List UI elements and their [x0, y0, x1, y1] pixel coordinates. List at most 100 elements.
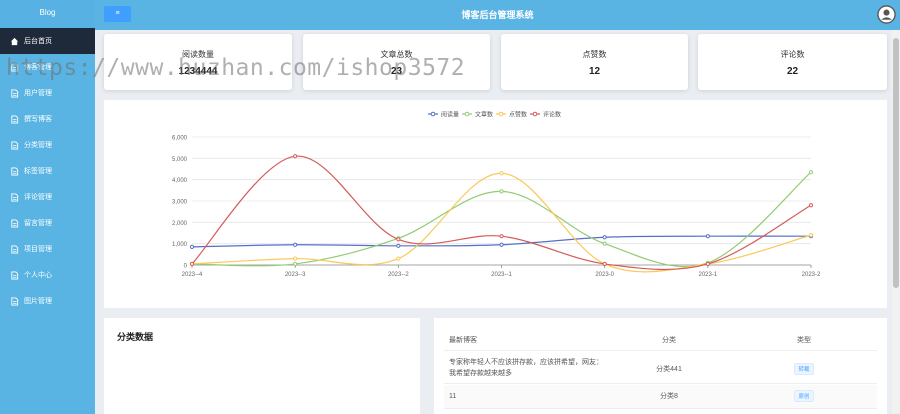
row-title[interactable]: 11 — [449, 391, 609, 402]
trend-chart-card: 0 1,000 2,000 3,000 4,000 5,000 6,000 2023--4 20… — [104, 100, 887, 308]
sidebar-brand: Blog — [0, 0, 95, 28]
data-point — [808, 233, 814, 238]
data-point — [396, 237, 401, 242]
document-icon — [10, 218, 19, 228]
document-icon — [10, 296, 19, 306]
sidebar-item-9[interactable]: 个人中心 — [0, 262, 95, 288]
data-point — [189, 244, 195, 249]
x-tick-label: 2023--1 — [491, 272, 512, 278]
y-tick-label: 4,000 — [172, 178, 188, 184]
sidebar-item-3[interactable]: 撰写博客 — [0, 106, 95, 132]
stat-label: 文章总数 — [380, 50, 413, 59]
legend-label: 文章数 — [475, 110, 493, 118]
stat-value: 23 — [390, 66, 403, 77]
document-icon — [10, 88, 19, 98]
sidebar-item-5[interactable]: 标签管理 — [0, 158, 95, 184]
sidebar-item-label: 后台首页 — [24, 38, 52, 45]
sidebar-item-label: 留言管理 — [24, 220, 52, 227]
y-tick-label: 2,000 — [172, 221, 188, 227]
stat-label: 评论数 — [780, 50, 805, 59]
row-title[interactable]: 专家称年轻人不应该拼存款，应该拼希望，网友：我希望存款越来越多 — [449, 357, 609, 379]
header-title: 最新博客 — [449, 337, 477, 344]
sidebar-item-label: 项目管理 — [24, 246, 52, 253]
sidebar-item-label: 用户管理 — [24, 90, 52, 97]
document-icon — [10, 166, 19, 176]
x-tick-label: 2023--4 — [182, 272, 203, 278]
legend-label: 点赞数 — [509, 110, 527, 118]
stat-card-likes: 点赞数 12 — [501, 34, 688, 90]
sidebar-item-label: 标签管理 — [24, 168, 52, 175]
category-panel-title: 分类数据 — [117, 332, 154, 342]
table-row[interactable]: 11 分类8 原创 — [444, 385, 877, 409]
sidebar-item-10[interactable]: 图片管理 — [0, 288, 95, 314]
stat-card-comments: 评论数 22 — [698, 34, 887, 90]
data-point — [602, 241, 607, 246]
category-panel: 分类数据 — [104, 318, 420, 414]
type-badge: 原创 — [794, 390, 814, 402]
document-icon — [10, 114, 19, 124]
row-category: 分类441 — [656, 366, 682, 373]
sidebar-item-2[interactable]: 用户管理 — [0, 80, 95, 106]
document-icon — [10, 270, 19, 280]
sidebar-item-6[interactable]: 评论管理 — [0, 184, 95, 210]
sidebar-item-8[interactable]: 项目管理 — [0, 236, 95, 262]
sidebar: Blog 后台首页博客管理用户管理撰写博客分类管理标签管理评论管理留言管理项目管… — [0, 0, 95, 414]
page-title: 博客后台管理系统 — [461, 10, 534, 20]
document-icon — [10, 140, 19, 150]
top-header: ≡ 博客后台管理系统 — [95, 0, 900, 30]
legend-label: 阅读量 — [441, 110, 459, 118]
sidebar-item-0[interactable]: 后台首页 — [0, 28, 95, 54]
x-tick-label: 2023-1 — [698, 272, 717, 278]
table-header: 最新博客 分类 类型 — [444, 329, 877, 351]
legend-label: 评论数 — [543, 110, 561, 118]
sidebar-item-7[interactable]: 留言管理 — [0, 210, 95, 236]
data-point — [602, 261, 607, 267]
vertical-scrollbar[interactable] — [892, 30, 900, 414]
series-line-1 — [191, 171, 812, 268]
header-type: 类型 — [797, 337, 811, 344]
data-point — [808, 203, 814, 208]
data-point — [189, 261, 195, 267]
data-point — [396, 243, 401, 248]
y-tick-label: 5,000 — [172, 157, 188, 163]
legend-swatch-dot — [498, 111, 504, 117]
stat-card-reads: 阅读数量 1234444 — [104, 34, 292, 90]
trend-line-chart: 0 1,000 2,000 3,000 4,000 5,000 6,000 2023--4 20… — [172, 110, 821, 278]
stat-value: 1234444 — [178, 66, 218, 77]
y-tick-label: 3,000 — [172, 200, 188, 206]
main-content: 阅读数量 1234444 文章总数 23 点赞数 12 评论数 22 0 1,00… — [95, 30, 892, 414]
sidebar-item-label: 分类管理 — [24, 142, 52, 149]
data-point — [705, 261, 710, 267]
sidebar-item-4[interactable]: 分类管理 — [0, 132, 95, 158]
sidebar-item-label: 图片管理 — [24, 298, 52, 305]
type-badge: 转载 — [794, 363, 814, 375]
data-point — [602, 235, 607, 240]
user-avatar-icon[interactable] — [877, 5, 896, 24]
x-tick-label: 2023-0 — [595, 272, 614, 278]
data-point — [293, 256, 298, 261]
legend-swatch-dot — [430, 111, 436, 117]
data-point — [499, 189, 504, 194]
sidebar-item-label: 个人中心 — [24, 272, 52, 279]
data-point — [499, 242, 504, 247]
x-tick-label: 2023--2 — [388, 272, 409, 278]
stat-card-articles: 文章总数 23 — [303, 34, 490, 90]
legend-swatch-dot — [532, 111, 538, 117]
data-point — [396, 256, 401, 261]
data-point — [293, 154, 298, 159]
x-tick-label: 2023-2 — [802, 272, 821, 278]
x-tick-label: 2023--3 — [285, 272, 306, 278]
data-point — [705, 234, 710, 239]
table-row[interactable]: 专家称年轻人不应该拼存款，应该拼希望，网友：我希望存款越来越多 分类441 转载 — [444, 352, 877, 384]
sidebar-item-label: 评论管理 — [24, 194, 52, 201]
data-point — [293, 261, 298, 267]
recent-blogs-table: 最新博客 分类 类型 专家称年轻人不应该拼存款，应该拼希望，网友：我希望存款越来… — [434, 318, 887, 414]
sidebar-item-label: 博客管理 — [24, 64, 52, 71]
data-point — [499, 234, 504, 239]
sidebar-item-1[interactable]: 博客管理 — [0, 54, 95, 80]
sidebar-item-label: 撰写博客 — [24, 116, 52, 123]
data-point — [499, 171, 504, 176]
document-icon — [10, 192, 19, 202]
stat-value: 22 — [786, 66, 799, 77]
scrollbar-thumb[interactable] — [893, 38, 899, 288]
